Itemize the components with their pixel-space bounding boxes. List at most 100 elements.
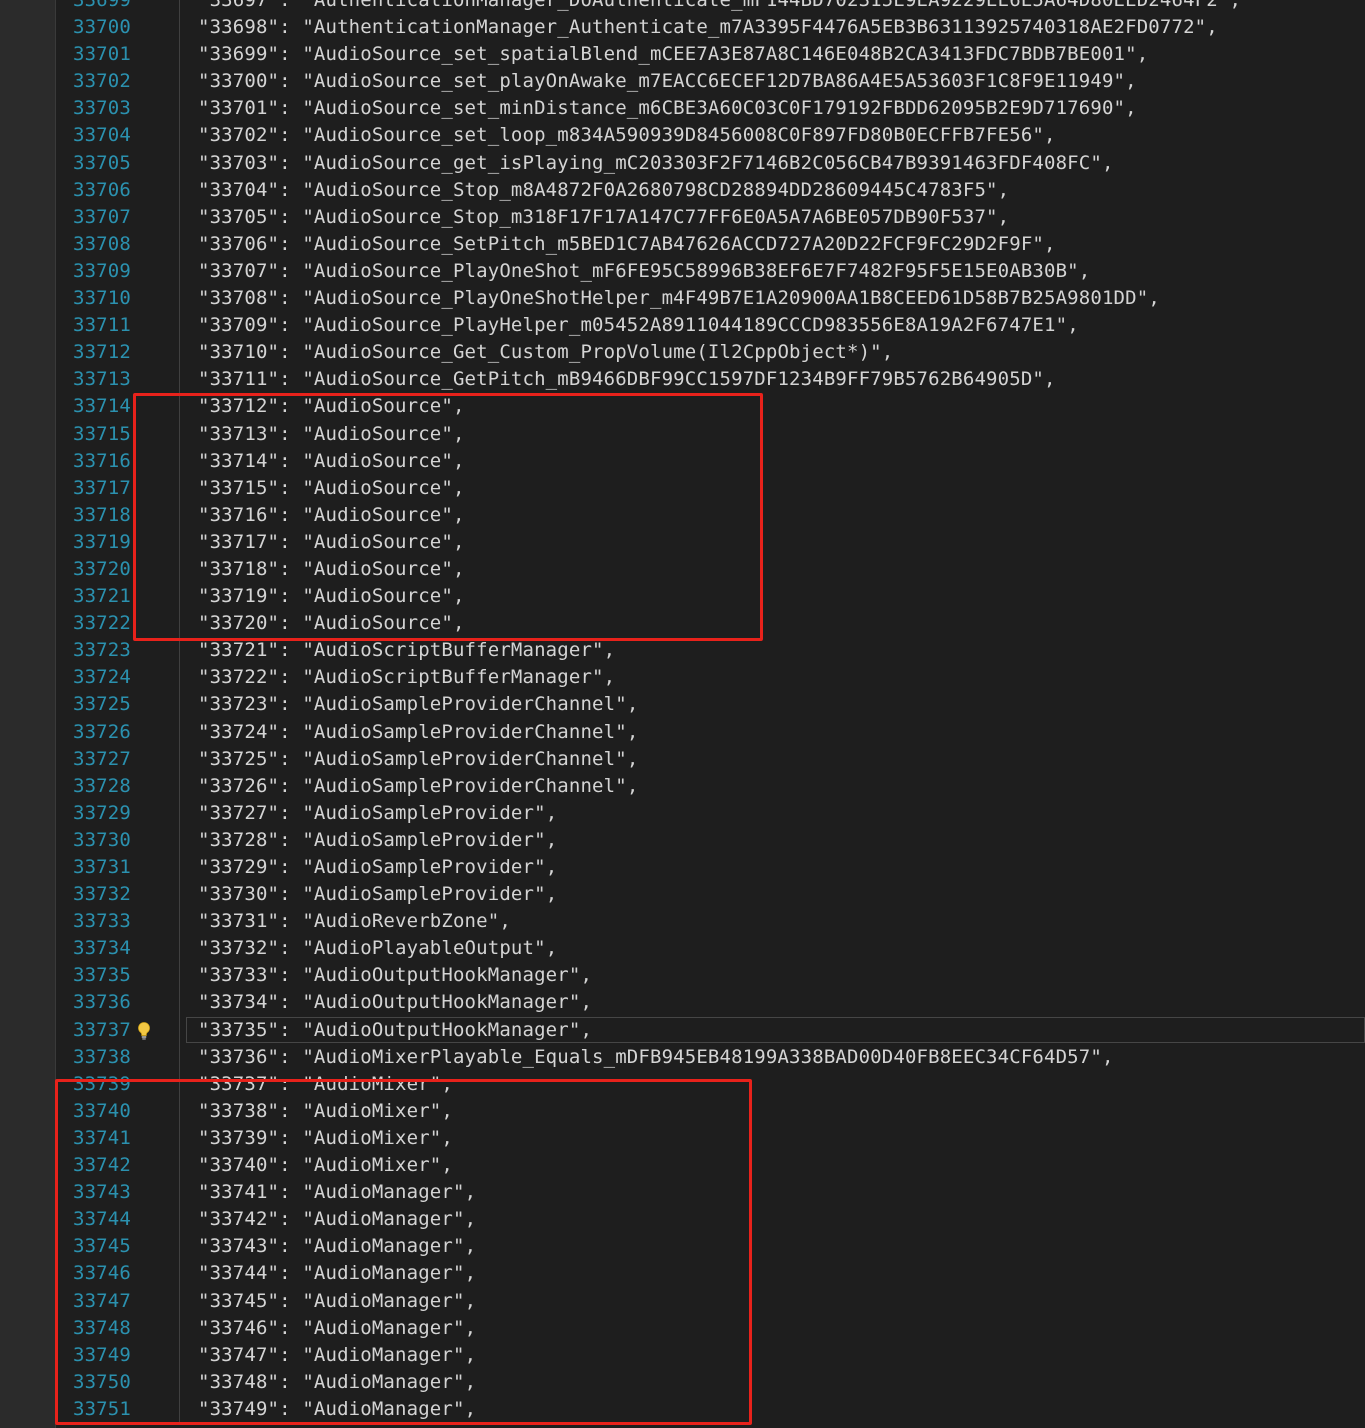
code-line[interactable]: 33745 "33743": "AudioManager", — [0, 1233, 1365, 1261]
code-line[interactable]: 33728 "33726": "AudioSampleProviderChanne… — [0, 772, 1365, 800]
code-line[interactable]: 33747 "33745": "AudioManager", — [0, 1287, 1365, 1315]
code-text[interactable]: "33733": "AudioOutputHookManager", — [198, 962, 592, 989]
code-line[interactable]: 33734 "33732": "AudioPlayableOutput", — [0, 935, 1365, 963]
code-text[interactable]: "33735": "AudioOutputHookManager", — [198, 1017, 592, 1044]
code-line[interactable]: 33746 "33744": "AudioManager", — [0, 1260, 1365, 1288]
code-text[interactable]: "33698": "AuthenticationManager_Authenti… — [198, 14, 1218, 41]
code-line[interactable]: 33714 "33712": "AudioSource", — [0, 393, 1365, 421]
code-line[interactable]: 33721 "33719": "AudioSource", — [0, 583, 1365, 611]
code-text[interactable]: "33734": "AudioOutputHookManager", — [198, 989, 592, 1016]
code-text[interactable]: "33702": "AudioSource_set_loop_m834A5909… — [198, 122, 1056, 149]
code-line[interactable]: 33710 "33708": "AudioSource_PlayOneShotHe… — [0, 285, 1365, 313]
code-text[interactable]: "33743": "AudioManager", — [198, 1233, 476, 1260]
code-text[interactable]: "33729": "AudioSampleProvider", — [198, 854, 557, 881]
code-line[interactable]: 33711 "33709": "AudioSource_PlayHelper_m0… — [0, 312, 1365, 340]
code-text[interactable]: "33711": "AudioSource_GetPitch_mB9466DBF… — [198, 366, 1056, 393]
code-line[interactable]: 33718 "33716": "AudioSource", — [0, 501, 1365, 529]
code-line[interactable]: 33730 "33728": "AudioSampleProvider", — [0, 826, 1365, 854]
code-line[interactable]: 33707 "33705": "AudioSource_Stop_m318F17F… — [0, 203, 1365, 231]
code-line[interactable]: 33750 "33748": "AudioManager", — [0, 1368, 1365, 1396]
code-line[interactable]: 33741 "33739": "AudioMixer", — [0, 1124, 1365, 1153]
code-text[interactable]: "33706": "AudioSource_SetPitch_m5BED1C7A… — [198, 231, 1056, 258]
code-text[interactable]: "33722": "AudioScriptBufferManager", — [198, 664, 615, 691]
code-line[interactable]: 33748 "33746": "AudioManager", — [0, 1314, 1365, 1342]
code-text[interactable]: "33707": "AudioSource_PlayOneShot_mF6FE9… — [198, 258, 1090, 285]
code-text[interactable]: "33725": "AudioSampleProviderChannel", — [198, 746, 638, 773]
code-line[interactable]: 33712 "33710": "AudioSource_Get_Custom_Pr… — [0, 339, 1365, 367]
code-editor[interactable]: 33699 "33697": "AuthenticationManager_DoA… — [0, 0, 1365, 1428]
code-line[interactable]: 33739 "33737": "AudioMixer", — [0, 1070, 1365, 1098]
code-line[interactable]: 33708 "33706": "AudioSource_SetPitch_m5BE… — [0, 230, 1365, 258]
code-text[interactable]: "33719": "AudioSource", — [198, 583, 465, 610]
code-line[interactable]: 33737 "33735": "AudioOutputHookManager", — [0, 1016, 1365, 1044]
code-text[interactable]: "33728": "AudioSampleProvider", — [198, 827, 557, 854]
code-text[interactable]: "33720": "AudioSource", — [198, 610, 465, 637]
code-line[interactable]: 33735 "33733": "AudioOutputHookManager", — [0, 962, 1365, 990]
code-text[interactable]: "33703": "AudioSource_get_isPlaying_mC20… — [198, 150, 1114, 177]
code-text[interactable]: "33742": "AudioManager", — [198, 1206, 476, 1233]
code-text[interactable]: "33716": "AudioSource", — [198, 502, 465, 529]
code-text[interactable]: "33705": "AudioSource_Stop_m318F17F17A14… — [198, 204, 1009, 231]
code-line[interactable]: 33716 "33714": "AudioSource", — [0, 447, 1365, 475]
code-text[interactable]: "33699": "AudioSource_set_spatialBlend_m… — [198, 41, 1148, 68]
code-line[interactable]: 33709 "33707": "AudioSource_PlayOneShot_m… — [0, 257, 1365, 286]
code-line[interactable]: 33742 "33740": "AudioMixer", — [0, 1152, 1365, 1180]
code-line[interactable]: 33749 "33747": "AudioManager", — [0, 1341, 1365, 1369]
code-text[interactable]: "33723": "AudioSampleProviderChannel", — [198, 691, 638, 718]
code-line[interactable]: 33722 "33720": "AudioSource", — [0, 610, 1365, 638]
code-text[interactable]: "33732": "AudioPlayableOutput", — [198, 935, 557, 962]
code-text[interactable]: "33717": "AudioSource", — [198, 529, 465, 556]
code-text[interactable]: "33715": "AudioSource", — [198, 475, 465, 502]
code-line[interactable]: 33704 "33702": "AudioSource_set_loop_m834… — [0, 122, 1365, 150]
lightbulb-icon[interactable] — [136, 1021, 152, 1041]
code-text[interactable]: "33721": "AudioScriptBufferManager", — [198, 637, 615, 664]
code-text[interactable]: "33713": "AudioSource", — [198, 421, 465, 448]
code-line[interactable]: 33740 "33738": "AudioMixer", — [0, 1097, 1365, 1125]
code-line[interactable]: 33719 "33717": "AudioSource", — [0, 528, 1365, 556]
code-text[interactable]: "33712": "AudioSource", — [198, 393, 465, 420]
code-line[interactable]: 33724 "33722": "AudioScriptBufferManager"… — [0, 664, 1365, 692]
code-line[interactable]: 33701 "33699": "AudioSource_set_spatialBl… — [0, 41, 1365, 69]
code-line[interactable]: 33705 "33703": "AudioSource_get_isPlaying… — [0, 149, 1365, 177]
code-line[interactable]: 33720 "33718": "AudioSource", — [0, 555, 1365, 584]
code-text[interactable]: "33739": "AudioMixer", — [198, 1125, 453, 1152]
code-line[interactable]: 33736 "33734": "AudioOutputHookManager", — [0, 989, 1365, 1017]
code-line[interactable]: 33743 "33741": "AudioManager", — [0, 1179, 1365, 1207]
code-line[interactable]: 33699 "33697": "AuthenticationManager_DoA… — [0, 0, 1365, 15]
code-line[interactable]: 33729 "33727": "AudioSampleProvider", — [0, 799, 1365, 827]
code-line[interactable]: 33717 "33715": "AudioSource", — [0, 474, 1365, 502]
code-text[interactable]: "33749": "AudioManager", — [198, 1396, 476, 1423]
code-line[interactable]: 33733 "33731": "AudioReverbZone", — [0, 908, 1365, 936]
code-line[interactable]: 33738 "33736": "AudioMixerPlayable_Equals… — [0, 1043, 1365, 1071]
code-text[interactable]: "33724": "AudioSampleProviderChannel", — [198, 719, 638, 746]
code-text[interactable]: "33738": "AudioMixer", — [198, 1098, 453, 1125]
code-text[interactable]: "33697": "AuthenticationManager_DoAuthen… — [198, 0, 1241, 14]
code-line[interactable]: 33727 "33725": "AudioSampleProviderChanne… — [0, 745, 1365, 773]
code-text[interactable]: "33745": "AudioManager", — [198, 1288, 476, 1315]
code-text[interactable]: "33709": "AudioSource_PlayHelper_m05452A… — [198, 312, 1079, 339]
code-text[interactable]: "33714": "AudioSource", — [198, 448, 465, 475]
code-text[interactable]: "33731": "AudioReverbZone", — [198, 908, 511, 935]
code-text[interactable]: "33740": "AudioMixer", — [198, 1152, 453, 1179]
code-text[interactable]: "33704": "AudioSource_Stop_m8A4872F0A268… — [198, 177, 1009, 204]
code-line[interactable]: 33744 "33742": "AudioManager", — [0, 1206, 1365, 1234]
code-line[interactable]: 33725 "33723": "AudioSampleProviderChanne… — [0, 691, 1365, 719]
code-text[interactable]: "33700": "AudioSource_set_playOnAwake_m7… — [198, 68, 1137, 95]
code-line[interactable]: 33703 "33701": "AudioSource_set_minDistan… — [0, 95, 1365, 123]
code-line[interactable]: 33713 "33711": "AudioSource_GetPitch_mB94… — [0, 366, 1365, 394]
code-text[interactable]: "33701": "AudioSource_set_minDistance_m6… — [198, 95, 1137, 122]
code-text[interactable]: "33708": "AudioSource_PlayOneShotHelper_… — [198, 285, 1160, 312]
code-text[interactable]: "33718": "AudioSource", — [198, 556, 465, 583]
code-text[interactable]: "33747": "AudioManager", — [198, 1342, 476, 1369]
code-line[interactable]: 33731 "33729": "AudioSampleProvider", — [0, 854, 1365, 882]
code-line[interactable]: 33715 "33713": "AudioSource", — [0, 420, 1365, 448]
code-line[interactable]: 33732 "33730": "AudioSampleProvider", — [0, 881, 1365, 909]
code-text[interactable]: "33737": "AudioMixer", — [198, 1071, 453, 1098]
code-text[interactable]: "33727": "AudioSampleProvider", — [198, 800, 557, 827]
code-line[interactable]: 33751 "33749": "AudioManager", — [0, 1395, 1365, 1423]
code-line[interactable]: 33700 "33698": "AuthenticationManager_Aut… — [0, 14, 1365, 42]
code-text[interactable]: "33726": "AudioSampleProviderChannel", — [198, 773, 638, 800]
code-text[interactable]: "33748": "AudioManager", — [198, 1369, 476, 1396]
code-line[interactable]: 33723 "33721": "AudioScriptBufferManager"… — [0, 637, 1365, 665]
code-text[interactable]: "33736": "AudioMixerPlayable_Equals_mDFB… — [198, 1044, 1114, 1071]
